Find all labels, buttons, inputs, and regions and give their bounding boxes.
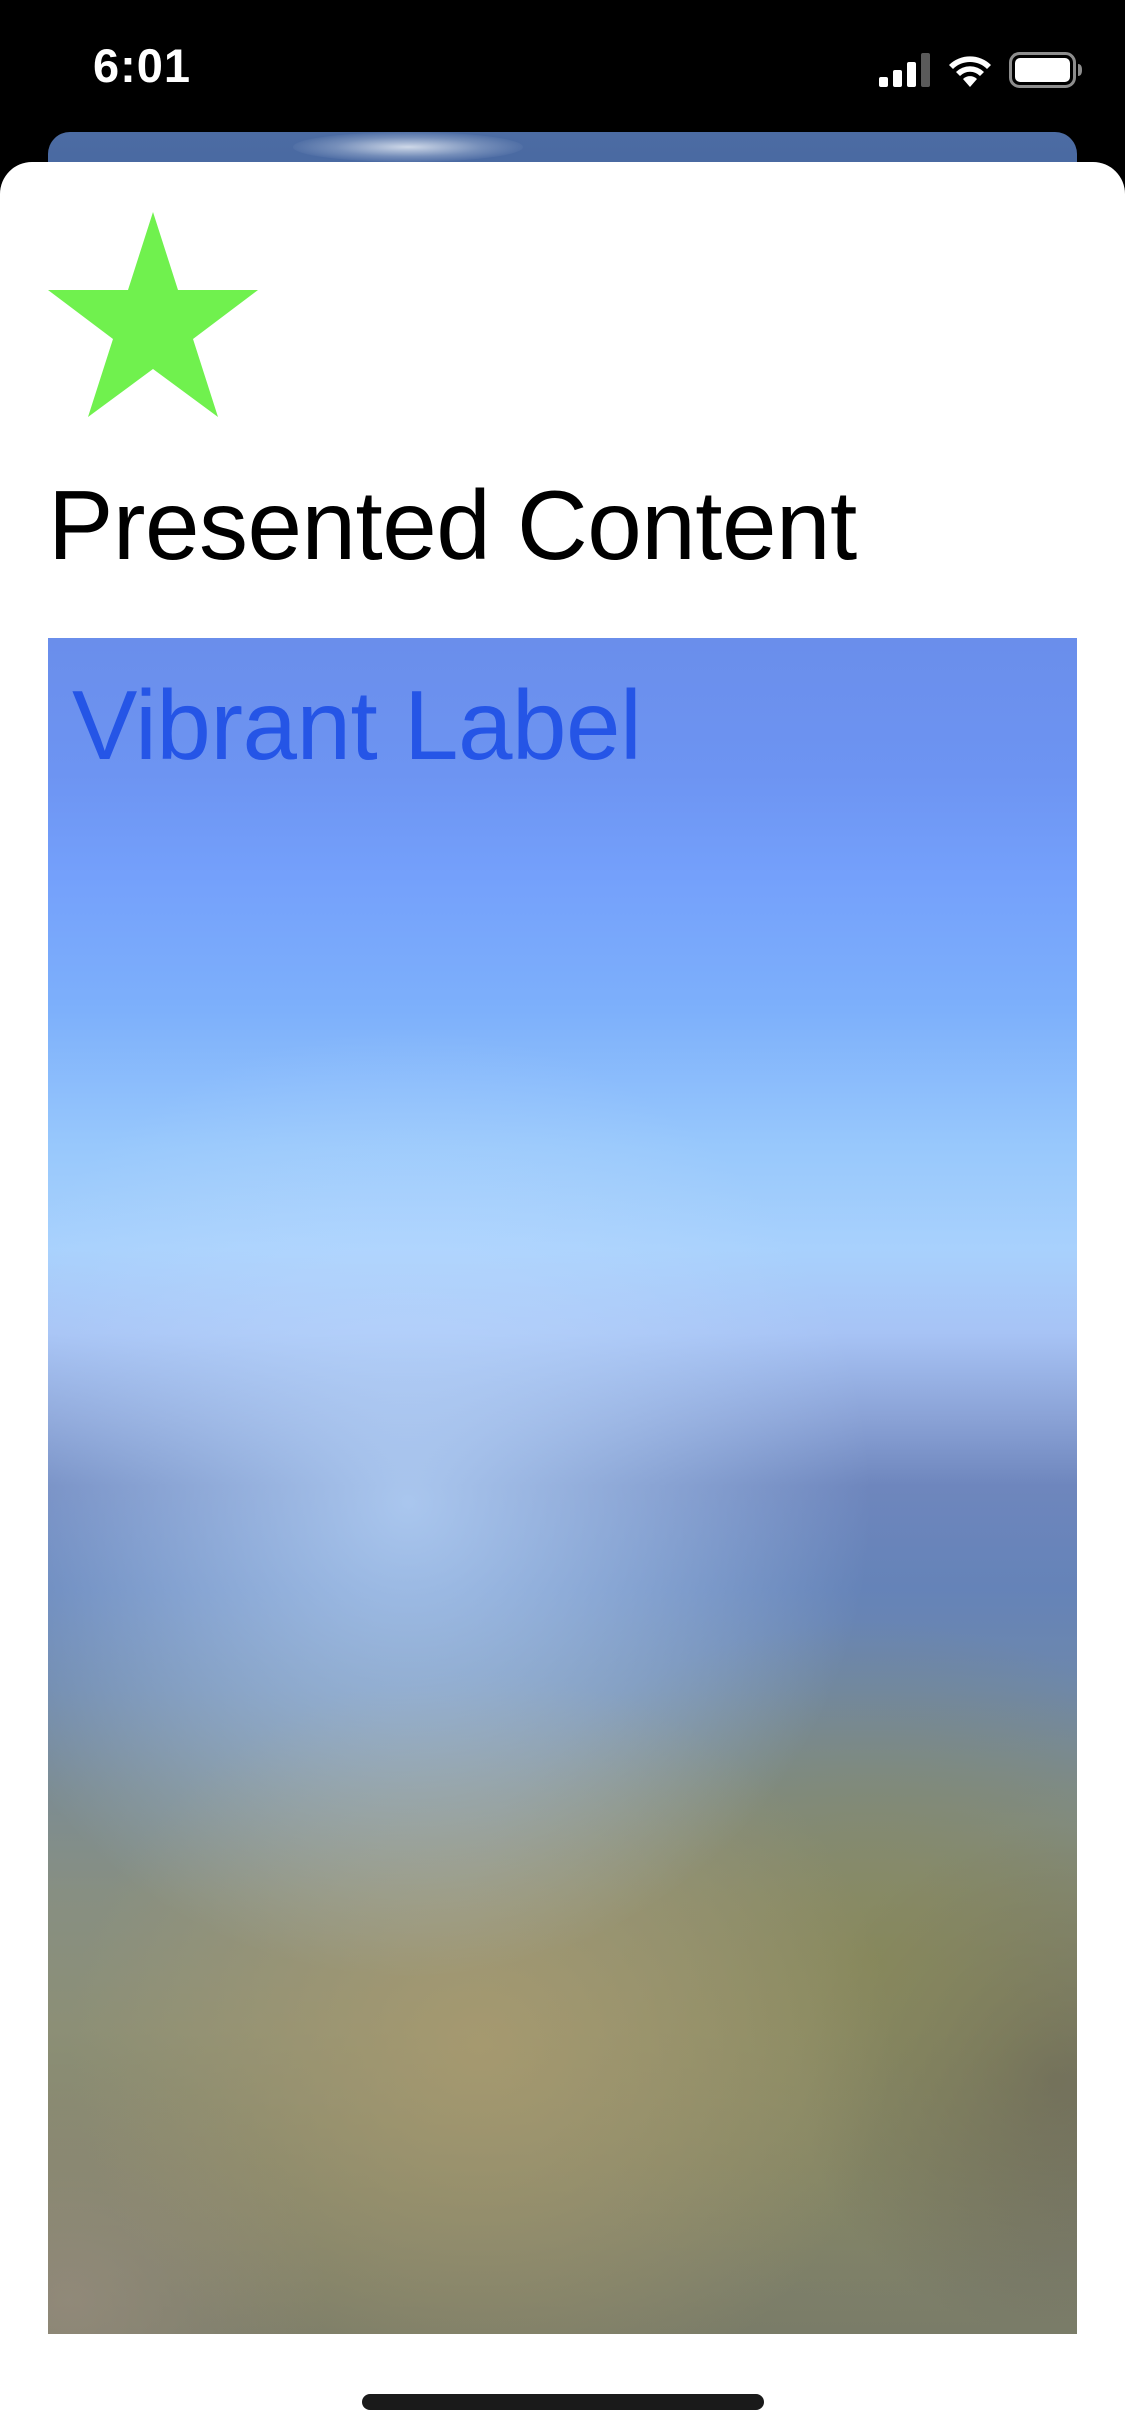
status-icons	[879, 50, 1083, 90]
app-screen: 6:01 Presented Content Vibrant Label	[0, 0, 1125, 2436]
signal-icon	[879, 53, 930, 87]
presented-sheet: Presented Content Vibrant Label	[0, 162, 1125, 2436]
wifi-icon	[949, 56, 991, 87]
battery-icon	[1009, 52, 1082, 88]
home-indicator[interactable]	[362, 2394, 764, 2410]
status-time: 6:01	[93, 39, 192, 92]
status-bar: 6:01	[0, 0, 1125, 132]
vibrant-label: Vibrant Label	[72, 670, 642, 780]
cloud-image	[293, 132, 523, 162]
star-icon	[48, 212, 258, 417]
vibrancy-panel: Vibrant Label	[48, 638, 1077, 2334]
presented-title: Presented Content	[48, 470, 857, 580]
